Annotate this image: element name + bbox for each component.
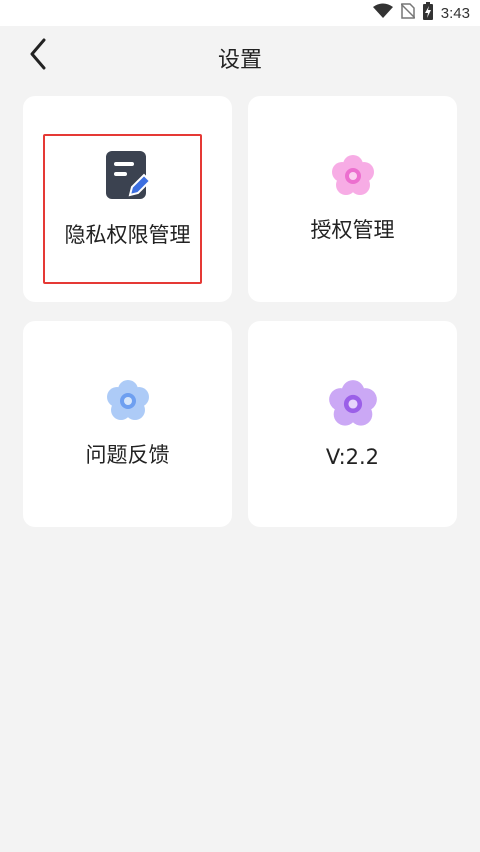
privacy-permission-card[interactable]: 隐私权限管理 xyxy=(23,96,232,302)
no-sim-icon xyxy=(400,3,416,23)
wifi-icon xyxy=(372,3,393,23)
card-label: 隐私权限管理 xyxy=(64,223,191,247)
page-title: 设置 xyxy=(217,48,262,73)
battery-charging-icon xyxy=(422,2,433,24)
status-time: 3:43 xyxy=(440,4,470,22)
blue-flower-icon xyxy=(106,379,150,427)
pink-flower-icon xyxy=(331,154,375,202)
header: 设置 xyxy=(0,26,480,86)
authorization-card[interactable]: 授权管理 xyxy=(248,96,457,302)
status-bar: 3:43 xyxy=(0,0,480,26)
feedback-card[interactable]: 问题反馈 xyxy=(23,321,232,527)
purple-flower-icon xyxy=(328,379,378,433)
card-label: 授权管理 xyxy=(310,218,395,242)
card-label: V:2.2 xyxy=(325,445,380,469)
card-label: 问题反馈 xyxy=(85,443,170,467)
document-edit-icon xyxy=(104,149,152,207)
version-card[interactable]: V:2.2 xyxy=(248,321,457,527)
